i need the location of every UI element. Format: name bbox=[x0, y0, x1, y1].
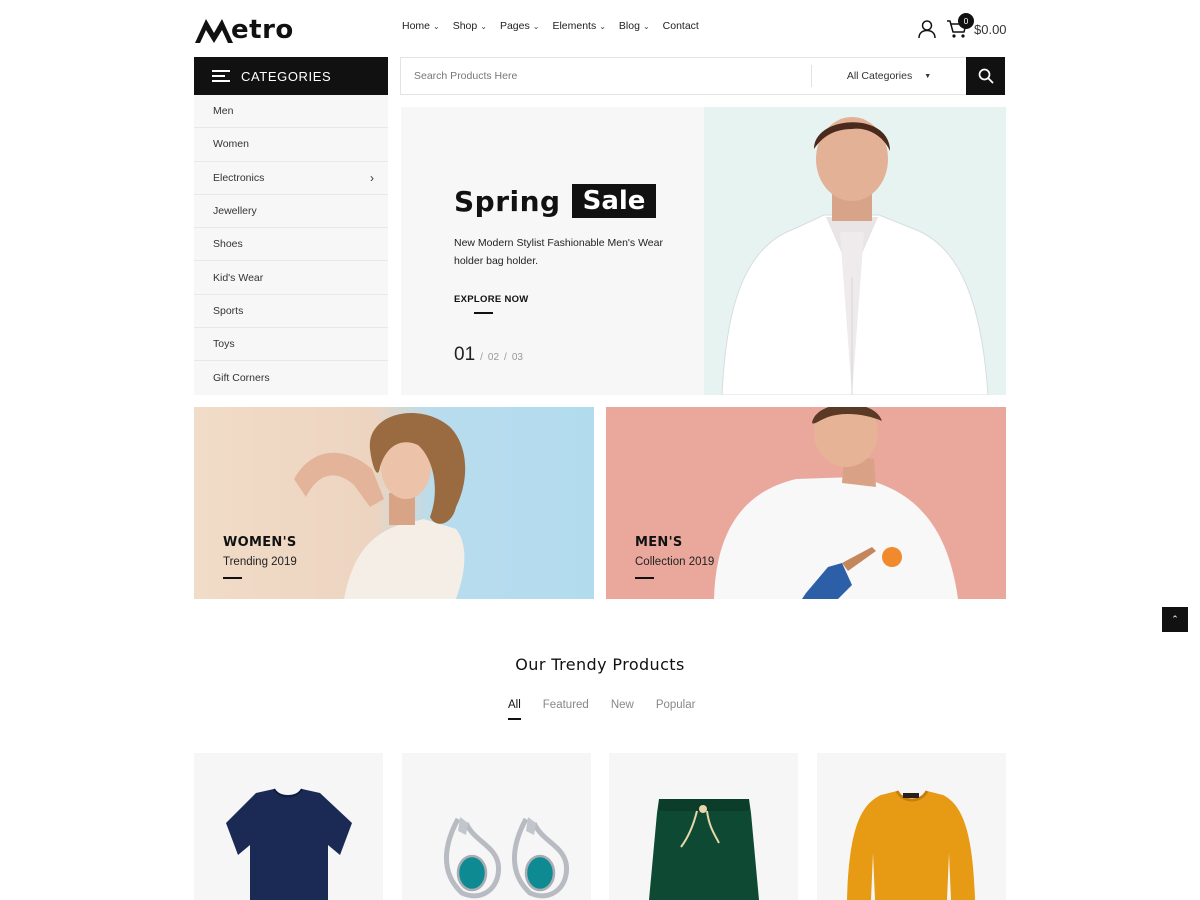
nav-home[interactable]: Home ⌄ bbox=[402, 20, 440, 32]
chevron-down-icon: ⌄ bbox=[532, 21, 540, 31]
pager-separator: / bbox=[480, 352, 483, 363]
search-category-label: All Categories bbox=[846, 70, 913, 82]
category-label: Jewellery bbox=[213, 205, 257, 218]
category-item-gift-corners[interactable]: Gift Corners bbox=[194, 361, 388, 394]
men-model-image bbox=[714, 407, 958, 599]
categories-list: Men Women Electronics › Jewellery Shoes K… bbox=[194, 95, 388, 395]
chevron-down-icon: ⌄ bbox=[433, 21, 440, 31]
caret-down-icon: ▼ bbox=[924, 72, 932, 80]
slide-pager: 01 / 02 / 03 bbox=[454, 344, 523, 366]
logo-text: etro bbox=[231, 15, 294, 45]
logo[interactable]: etro bbox=[195, 13, 294, 47]
category-label: Toys bbox=[213, 338, 235, 351]
tab-all[interactable]: All bbox=[508, 699, 521, 720]
category-label: Electronics bbox=[213, 171, 265, 184]
nav-pages[interactable]: Pages ⌄ bbox=[500, 20, 539, 32]
green-shorts-image bbox=[649, 799, 759, 900]
slide-current[interactable]: 01 bbox=[454, 344, 475, 366]
category-label: Women bbox=[213, 138, 249, 151]
chevron-down-icon: ⌄ bbox=[480, 21, 487, 31]
women-banner-title: WOMEN'S bbox=[223, 535, 297, 550]
category-label: Men bbox=[213, 105, 234, 118]
search-button[interactable] bbox=[966, 57, 1005, 95]
hero-slider: Spring Sale New Modern Stylist Fashionab… bbox=[401, 107, 1006, 395]
orange-sweater-image bbox=[847, 790, 975, 900]
slide-3[interactable]: 03 bbox=[512, 352, 523, 363]
slide-2[interactable]: 02 bbox=[488, 352, 499, 363]
men-banner-subtitle: Collection 2019 bbox=[635, 556, 715, 568]
category-item-sports[interactable]: Sports bbox=[194, 295, 388, 329]
nav-blog[interactable]: Blog ⌄ bbox=[619, 20, 650, 32]
category-item-electronics[interactable]: Electronics › bbox=[194, 162, 388, 195]
search-category-select[interactable]: All Categories ▼ bbox=[812, 70, 966, 82]
product-card-earrings[interactable] bbox=[402, 753, 591, 900]
back-to-top-button[interactable]: ⌃ bbox=[1162, 607, 1188, 632]
banner-underline bbox=[223, 577, 242, 579]
nav-elements-label: Elements bbox=[552, 20, 597, 32]
logo-m-icon bbox=[195, 19, 233, 43]
category-label: Gift Corners bbox=[213, 372, 270, 385]
search-bar: All Categories ▼ bbox=[400, 57, 1005, 95]
nav-contact[interactable]: Contact bbox=[663, 20, 699, 32]
category-item-men[interactable]: Men bbox=[194, 95, 388, 129]
hero-title-spring: Spring bbox=[454, 184, 561, 218]
cart-count-badge: 0 bbox=[958, 13, 974, 29]
categories-title: CATEGORIES bbox=[241, 68, 332, 84]
nav-shop[interactable]: Shop ⌄ bbox=[453, 20, 487, 32]
tab-featured[interactable]: Featured bbox=[543, 699, 589, 711]
cart-total[interactable]: $0.00 bbox=[974, 22, 1007, 37]
explore-now-link[interactable]: EXPLORE NOW bbox=[454, 294, 529, 305]
nav-blog-label: Blog bbox=[618, 20, 640, 32]
women-banner[interactable]: WOMEN'S Trending 2019 bbox=[194, 407, 594, 599]
women-model-image bbox=[294, 413, 466, 599]
search-icon bbox=[978, 68, 993, 84]
main-nav: Home ⌄ Shop ⌄ Pages ⌄ Elements ⌄ Blog ⌄ Conta… bbox=[402, 20, 712, 32]
categories-header[interactable]: CATEGORIES bbox=[194, 57, 388, 95]
user-icon[interactable] bbox=[917, 19, 937, 39]
category-label: Sports bbox=[213, 304, 244, 317]
double-chevron-up-icon: ⌃ bbox=[1171, 614, 1179, 624]
product-card-shorts[interactable] bbox=[609, 753, 798, 900]
product-tabs: All Featured New Popular bbox=[508, 699, 717, 720]
nav-elements[interactable]: Elements ⌄ bbox=[552, 20, 605, 32]
nav-pages-label: Pages bbox=[499, 20, 530, 32]
chevron-down-icon: ⌄ bbox=[599, 21, 606, 31]
nav-contact-label: Contact bbox=[662, 20, 699, 32]
category-item-jewellery[interactable]: Jewellery bbox=[194, 195, 388, 229]
tab-new[interactable]: New bbox=[611, 699, 634, 711]
product-card-tshirt[interactable] bbox=[194, 753, 383, 900]
men-banner[interactable]: MEN'S Collection 2019 bbox=[606, 407, 1006, 599]
category-label: Kid's Wear bbox=[213, 271, 264, 284]
men-banner-title: MEN'S bbox=[635, 535, 683, 550]
pager-separator: / bbox=[504, 352, 507, 363]
tab-popular[interactable]: Popular bbox=[656, 699, 696, 711]
women-banner-subtitle: Trending 2019 bbox=[223, 556, 297, 568]
teal-earrings-image bbox=[444, 817, 570, 899]
category-item-shoes[interactable]: Shoes bbox=[194, 228, 388, 262]
chevron-right-icon: › bbox=[370, 170, 374, 185]
chevron-down-icon: ⌄ bbox=[642, 21, 650, 31]
nav-shop-label: Shop bbox=[452, 20, 478, 32]
cta-underline bbox=[474, 312, 493, 314]
category-item-women[interactable]: Women bbox=[194, 128, 388, 162]
hero-image-panel bbox=[704, 107, 1006, 395]
product-card-sweater[interactable] bbox=[817, 753, 1006, 900]
menu-icon bbox=[212, 70, 230, 82]
hero-description: New Modern Stylist Fashionable Men's Wea… bbox=[454, 237, 663, 267]
search-input[interactable] bbox=[401, 58, 811, 94]
category-label: Shoes bbox=[213, 238, 243, 251]
category-item-toys[interactable]: Toys bbox=[194, 328, 388, 362]
hero-title: Spring Sale bbox=[454, 184, 657, 218]
banner-underline bbox=[635, 577, 654, 579]
products-section-title: Our Trendy Products bbox=[515, 655, 685, 674]
category-item-kids-wear[interactable]: Kid's Wear bbox=[194, 261, 388, 295]
hero-model-image bbox=[721, 117, 989, 395]
navy-tshirt-image bbox=[226, 788, 352, 900]
hero-title-sale: Sale bbox=[571, 184, 657, 218]
nav-home-label: Home bbox=[402, 20, 431, 32]
